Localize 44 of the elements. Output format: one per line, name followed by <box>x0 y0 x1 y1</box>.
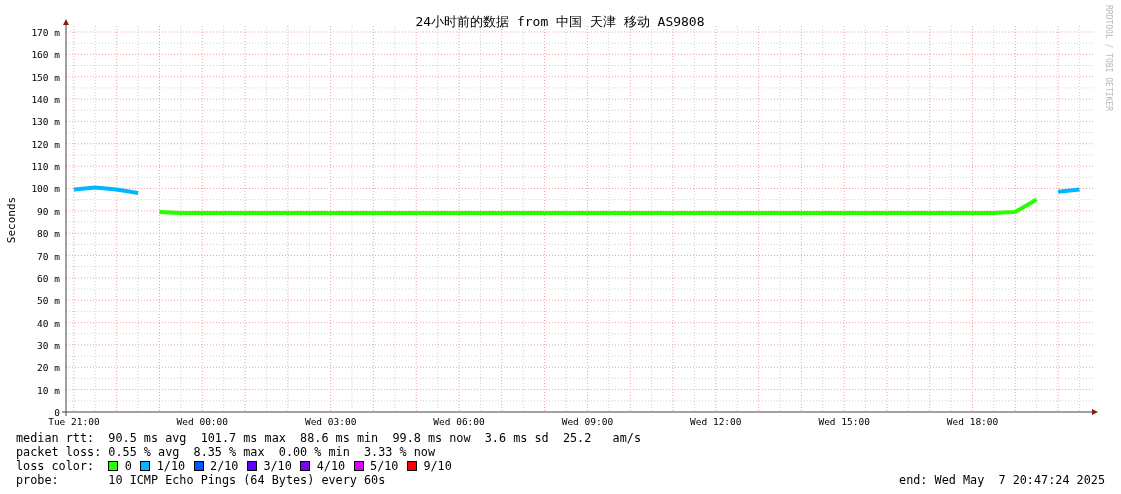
tick-label: 100 m <box>31 183 60 195</box>
tick-label: 170 m <box>31 27 60 38</box>
tick-label: Wed 15:00 <box>818 416 870 427</box>
legend-label: 5/10 <box>370 459 399 473</box>
tick-label: Wed 00:00 <box>176 416 229 427</box>
tick-label: 50 m <box>37 295 60 307</box>
tick-label: Wed 18:00 <box>946 416 999 427</box>
tick-label: 80 m <box>37 228 60 240</box>
tick-label: Tue 21:00 <box>48 416 100 427</box>
tick-label: 30 m <box>37 339 60 351</box>
tick-label: 140 m <box>31 94 60 106</box>
stat-label: probe: <box>16 473 60 487</box>
tick-label: 70 m <box>37 250 60 262</box>
tick-label: 40 m <box>37 317 60 329</box>
chart-title: 24小时前的数据 from 中国 天津 移动 AS9808 <box>415 14 705 29</box>
tick-label: Wed 03:00 <box>304 416 357 427</box>
tick-label: 20 m <box>37 362 60 374</box>
legend-label: 9/10 <box>423 459 452 473</box>
tick-label: 10 m <box>37 384 60 396</box>
tick-label: 60 m <box>37 272 60 284</box>
tick-label: 150 m <box>31 71 60 83</box>
tick-label: 160 m <box>31 49 60 61</box>
legend-label: 2/10 <box>210 459 239 473</box>
tick-label: Wed 06:00 <box>433 416 485 427</box>
stat-value: 10 ICMP Echo Pings (64 Bytes) every 60s <box>108 473 386 487</box>
stat-value: 90.5 ms avg 101.7 ms max 88.6 ms min 99.8 ms now 3.6 ms sd 25.2 am/s <box>108 431 641 445</box>
rrdtool-credit: RRDTOOL / TOBI OETIKER <box>1103 5 1113 111</box>
tick-label: Wed 09:00 <box>561 416 614 427</box>
tick-label: 90 m <box>37 205 60 217</box>
tick-label: Wed 12:00 <box>690 416 742 427</box>
tick-label: 130 m <box>31 116 60 128</box>
end-time: end: Wed May 7 20:47:24 2025 <box>899 473 1105 487</box>
legend-label: 1/10 <box>156 459 186 473</box>
legend-label: 3/10 <box>263 459 292 473</box>
tick-label: 120 m <box>31 138 60 150</box>
tick-label: 0 <box>54 407 60 418</box>
stat-value: 0.55 % avg 8.35 % max 0.00 % min 3.33 % now <box>108 445 436 459</box>
legend-label: 4/10 <box>316 459 346 473</box>
stat-label: loss color: <box>16 459 96 473</box>
stat-label: packet loss: <box>16 445 103 459</box>
tick-label: 110 m <box>31 161 60 173</box>
stat-label: median rtt: <box>16 431 96 445</box>
legend-label: 0 <box>124 459 132 473</box>
axis-label: Seconds <box>5 196 18 244</box>
